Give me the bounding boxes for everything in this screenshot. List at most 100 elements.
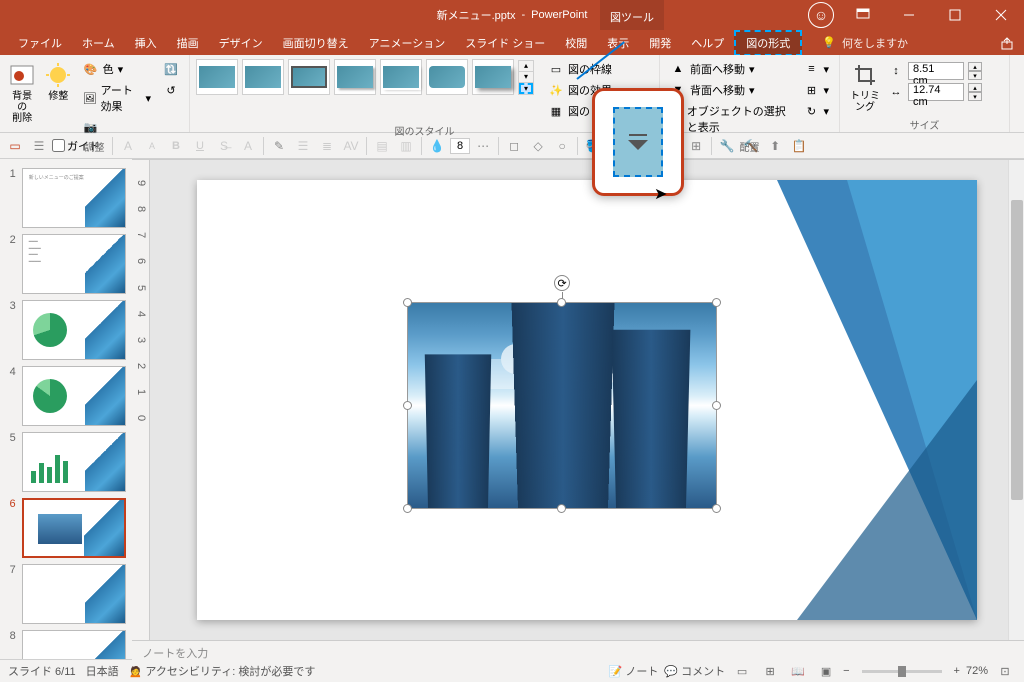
crop-icon xyxy=(851,61,879,89)
height-up[interactable]: ▴ xyxy=(968,62,982,71)
ribbon: 背景の 削除 修整 🎨色 ▾ 🖼アート効果 ▾ 📷 🔃 ↺ 調整 xyxy=(0,55,1024,133)
ribbon-options-button[interactable] xyxy=(840,0,886,30)
thumb-5[interactable]: 5 xyxy=(0,429,132,495)
tab-picture-format[interactable]: 図の形式 xyxy=(734,30,802,56)
resize-handle-r[interactable] xyxy=(712,401,721,410)
vertical-ruler[interactable]: 9876543210 xyxy=(132,160,150,640)
compress-icon: 📷 xyxy=(83,119,99,135)
color-button[interactable]: 🎨色 ▾ xyxy=(79,59,155,79)
reset-picture-button[interactable]: ↺ xyxy=(159,80,183,100)
thumb-4[interactable]: 4 xyxy=(0,363,132,429)
tab-home[interactable]: ホーム xyxy=(72,32,125,54)
picture-styles-gallery: ▴ ▾ ▾ xyxy=(196,59,534,95)
notes-pane[interactable]: ノートを入力 xyxy=(132,640,1024,665)
layout-icon: ▦ xyxy=(548,103,564,119)
height-field[interactable]: ↕ 8.51 cm ▴▾ xyxy=(888,61,982,81)
resize-handle-bl[interactable] xyxy=(403,504,412,513)
height-down[interactable]: ▾ xyxy=(968,71,982,80)
minimize-button[interactable] xyxy=(886,0,932,30)
gallery-down-button[interactable]: ▾ xyxy=(519,72,533,83)
tab-insert[interactable]: 挿入 xyxy=(125,32,167,54)
thumb-1[interactable]: 1新しいメニューのご提案 xyxy=(0,165,132,231)
thumb-3[interactable]: 3 xyxy=(0,297,132,363)
gallery-more-button[interactable]: ▾ xyxy=(519,83,533,94)
bulb-icon: 💡 xyxy=(822,36,836,49)
notes-toggle[interactable]: 📝 ノート xyxy=(609,663,659,679)
zoom-out-button[interactable]: − xyxy=(843,665,849,677)
artistic-effects-button[interactable]: 🖼アート効果 ▾ xyxy=(79,80,155,116)
width-up[interactable]: ▴ xyxy=(968,83,982,92)
zoom-in-button[interactable]: + xyxy=(954,665,960,677)
tab-developer[interactable]: 開発 xyxy=(639,32,681,54)
tab-animations[interactable]: アニメーション xyxy=(359,32,456,54)
tab-transitions[interactable]: 画面切り替え xyxy=(273,32,359,54)
change-picture-button[interactable]: 🔃 xyxy=(159,59,183,79)
tab-draw[interactable]: 描画 xyxy=(167,32,209,54)
rotate-handle[interactable]: ⟳ xyxy=(554,275,570,291)
slide-decoration xyxy=(697,180,977,620)
style-item-5[interactable] xyxy=(380,59,422,95)
slide-thumbnails-panel[interactable]: 1新しいメニューのご提案 2━━━━━━━━━━━━━━ 3 4 5 6 7 8 xyxy=(0,159,132,659)
send-backward-button[interactable]: ▼背面へ移動 ▾ xyxy=(666,80,795,100)
selection-pane-button[interactable]: ☰オブジェクトの選択と表示 xyxy=(666,101,795,137)
bring-forward-button[interactable]: ▲前面へ移動 ▾ xyxy=(666,59,795,79)
width-field[interactable]: ↔ 12.74 cm ▴▾ xyxy=(888,82,982,102)
callout-more-button xyxy=(613,107,663,177)
rotate-icon: ↻ xyxy=(803,103,819,119)
align-button[interactable]: ≡▾ xyxy=(799,59,833,79)
language-indicator[interactable]: 日本語 xyxy=(86,663,119,679)
scroll-thumb[interactable] xyxy=(1011,200,1023,500)
style-item-2[interactable] xyxy=(242,59,284,95)
crop-button[interactable]: トリミング xyxy=(846,59,884,115)
group-adjust-label: 調整 xyxy=(6,137,183,156)
rotate-button[interactable]: ↻▾ xyxy=(799,101,833,121)
group-button[interactable]: ⊞▾ xyxy=(799,80,833,100)
maximize-button[interactable] xyxy=(932,0,978,30)
style-item-4[interactable] xyxy=(334,59,376,95)
artistic-icon: 🖼 xyxy=(83,90,97,106)
comments-toggle[interactable]: 💬 コメント xyxy=(664,663,725,679)
thumb-6[interactable]: 6 xyxy=(0,495,132,561)
picture-content xyxy=(408,303,716,508)
style-item-7[interactable] xyxy=(472,59,514,95)
window-title: 新メニュー.pptx - PowerPoint xyxy=(437,7,588,23)
thumb-7[interactable]: 7 xyxy=(0,561,132,627)
slide-canvas[interactable]: ⟳ xyxy=(197,180,977,620)
tab-help[interactable]: ヘルプ xyxy=(681,32,734,54)
tab-file[interactable]: ファイル xyxy=(8,32,72,54)
compress-button[interactable]: 📷 xyxy=(79,117,155,137)
forward-icon: ▲ xyxy=(670,61,686,77)
style-item-6[interactable] xyxy=(426,59,468,95)
resize-handle-b[interactable] xyxy=(557,504,566,513)
thumb-2[interactable]: 2━━━━━━━━━━━━━━ xyxy=(0,231,132,297)
slide-counter[interactable]: スライド 6/11 xyxy=(8,663,76,679)
gallery-up-button[interactable]: ▴ xyxy=(519,61,533,72)
tab-design[interactable]: デザイン xyxy=(209,32,273,54)
selected-picture[interactable]: ⟳ xyxy=(407,302,717,509)
slide-viewport[interactable]: ⟳ xyxy=(150,160,1024,640)
tab-review[interactable]: 校閲 xyxy=(555,32,597,54)
zoom-level[interactable]: 72% xyxy=(966,665,988,677)
width-down[interactable]: ▾ xyxy=(968,92,982,101)
height-icon: ↕ xyxy=(888,63,904,79)
resize-handle-l[interactable] xyxy=(403,401,412,410)
share-button[interactable] xyxy=(1000,36,1014,50)
remove-bg-icon xyxy=(8,61,36,89)
tab-view[interactable]: 表示 xyxy=(597,32,639,54)
account-icon[interactable]: ☺ xyxy=(808,2,834,28)
tab-slideshow[interactable]: スライド ショー xyxy=(455,32,555,54)
bar-chart-icon xyxy=(31,455,68,483)
vertical-scrollbar[interactable] xyxy=(1008,160,1024,640)
remove-background-button[interactable]: 背景の 削除 xyxy=(6,59,38,126)
pie-chart-icon xyxy=(33,313,67,347)
accessibility-status[interactable]: 🙍 アクセシビリティ: 検討が必要です xyxy=(129,663,316,679)
zoom-slider-thumb[interactable] xyxy=(898,666,906,677)
tell-me[interactable]: 💡何をしますか xyxy=(822,35,908,51)
style-item-1[interactable] xyxy=(196,59,238,95)
app-name: PowerPoint xyxy=(531,9,587,21)
style-item-3[interactable] xyxy=(288,59,330,95)
corrections-button[interactable]: 修整 xyxy=(42,59,74,104)
zoom-slider[interactable] xyxy=(862,670,942,673)
thumb-8[interactable]: 8 xyxy=(0,627,132,659)
close-button[interactable] xyxy=(978,0,1024,30)
